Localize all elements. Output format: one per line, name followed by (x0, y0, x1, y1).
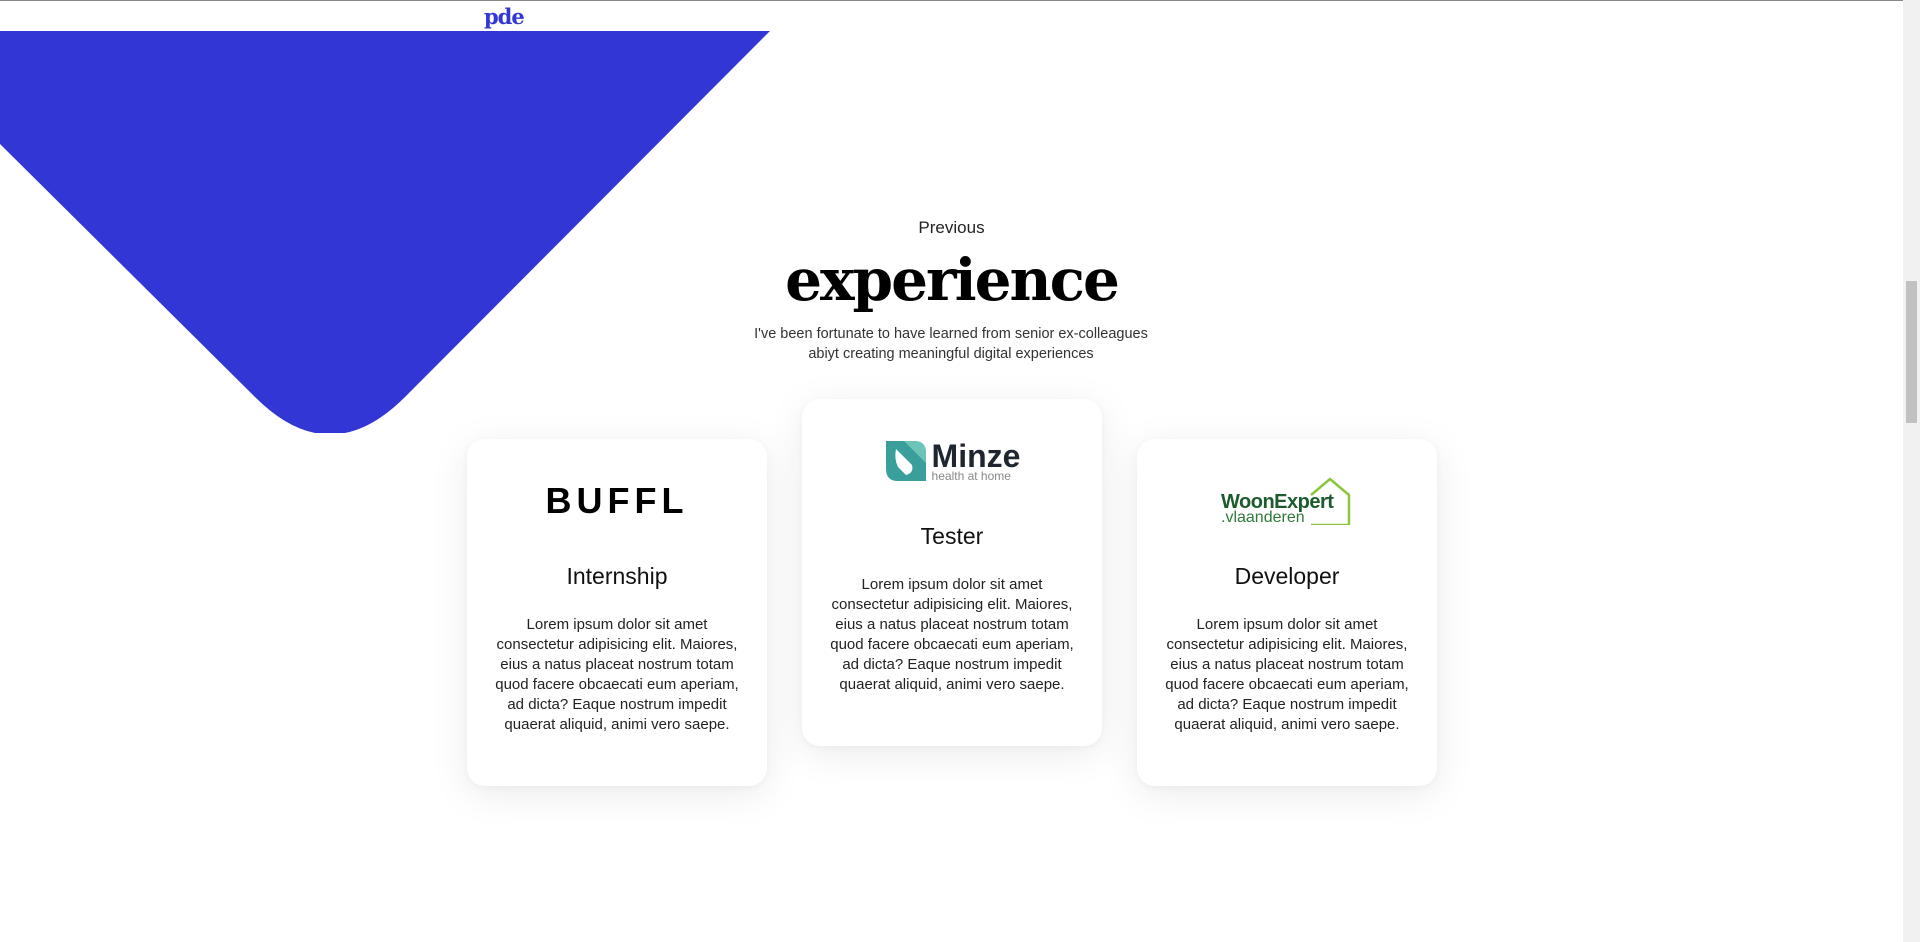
section-subtitle: I've been fortunate to have learned from… (754, 326, 1148, 362)
minze-tagline: health at home (931, 469, 1011, 483)
scrollbar-thumb[interactable] (1906, 281, 1917, 423)
top-navbar: pde (0, 0, 1903, 31)
card-role: Developer (1234, 563, 1340, 589)
buffl-logo: BUFFL (467, 471, 767, 531)
woonexpert-logo-subtext: .vlaanderen (1221, 509, 1305, 526)
card-description: Lorem ipsum dolor sit amet consectetur a… (1165, 616, 1409, 733)
card-role: Tester (920, 523, 984, 549)
section-title: experience (785, 246, 1120, 314)
experience-card-woonexpert: WoonExpert .vlaanderen Developer Lorem i… (1137, 439, 1437, 786)
section-eyebrow: Previous (918, 218, 985, 237)
page: pde Previous experience I've been fortun… (0, 0, 1920, 942)
card-description: Lorem ipsum dolor sit amet consectetur a… (495, 616, 739, 733)
site-logo[interactable]: pde (484, 4, 525, 29)
buffl-logo-text: BUFFL (545, 480, 689, 521)
woonexpert-logo: WoonExpert .vlaanderen (1137, 471, 1437, 531)
experience-card-buffl: BUFFL Internship Lorem ipsum dolor sit a… (467, 439, 767, 786)
card-description: Lorem ipsum dolor sit amet consectetur a… (830, 576, 1074, 693)
minze-leaf-icon (885, 441, 926, 481)
minze-logo-text: Minze (931, 438, 1021, 474)
minze-logo: Minze health at home (802, 431, 1102, 491)
vertical-scrollbar[interactable] (1903, 0, 1920, 942)
experience-card-minze: Minze health at home Tester Lorem ipsum … (802, 399, 1102, 746)
card-role: Internship (566, 563, 668, 589)
